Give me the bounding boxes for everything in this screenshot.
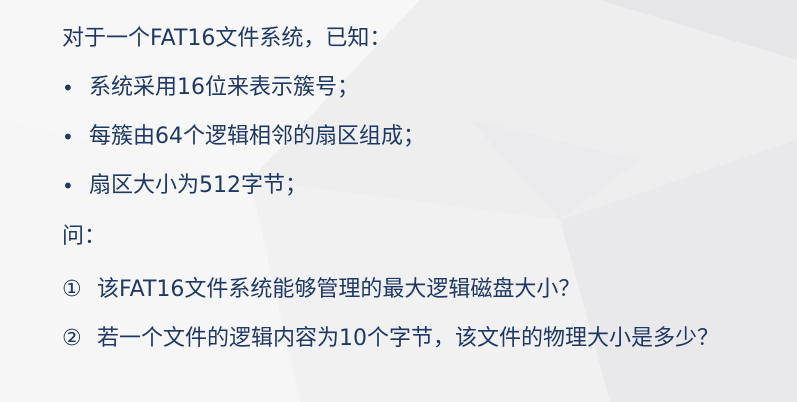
bullet-marker: • [62,174,74,198]
slide-content: 对于一个FAT16文件系统，已知： • 系统采用16位来表示簇号； • 每簇由6… [0,0,797,402]
question-text-1: 该FAT16文件系统能够管理的最大逻辑磁盘大小？ [97,277,581,302]
bullet-text-cluster-bits: 系统采用16位来表示簇号； [89,75,359,100]
question-number-1: ① [62,277,82,302]
bullet-marker: • [62,76,74,100]
intro-text: 对于一个FAT16文件系统，已知： [62,26,392,51]
bullet-marker: • [62,125,74,149]
bullet-text-sectors-per-cluster: 每簇由64个逻辑相邻的扇区组成； [89,124,425,149]
bullet-text-sector-size: 扇区大小为512字节； [89,173,307,198]
question-number-2: ② [62,326,82,351]
question-text-2: 若一个文件的逻辑内容为10个字节，该文件的物理大小是多少？ [97,326,719,351]
question-label: 问： [62,224,107,249]
